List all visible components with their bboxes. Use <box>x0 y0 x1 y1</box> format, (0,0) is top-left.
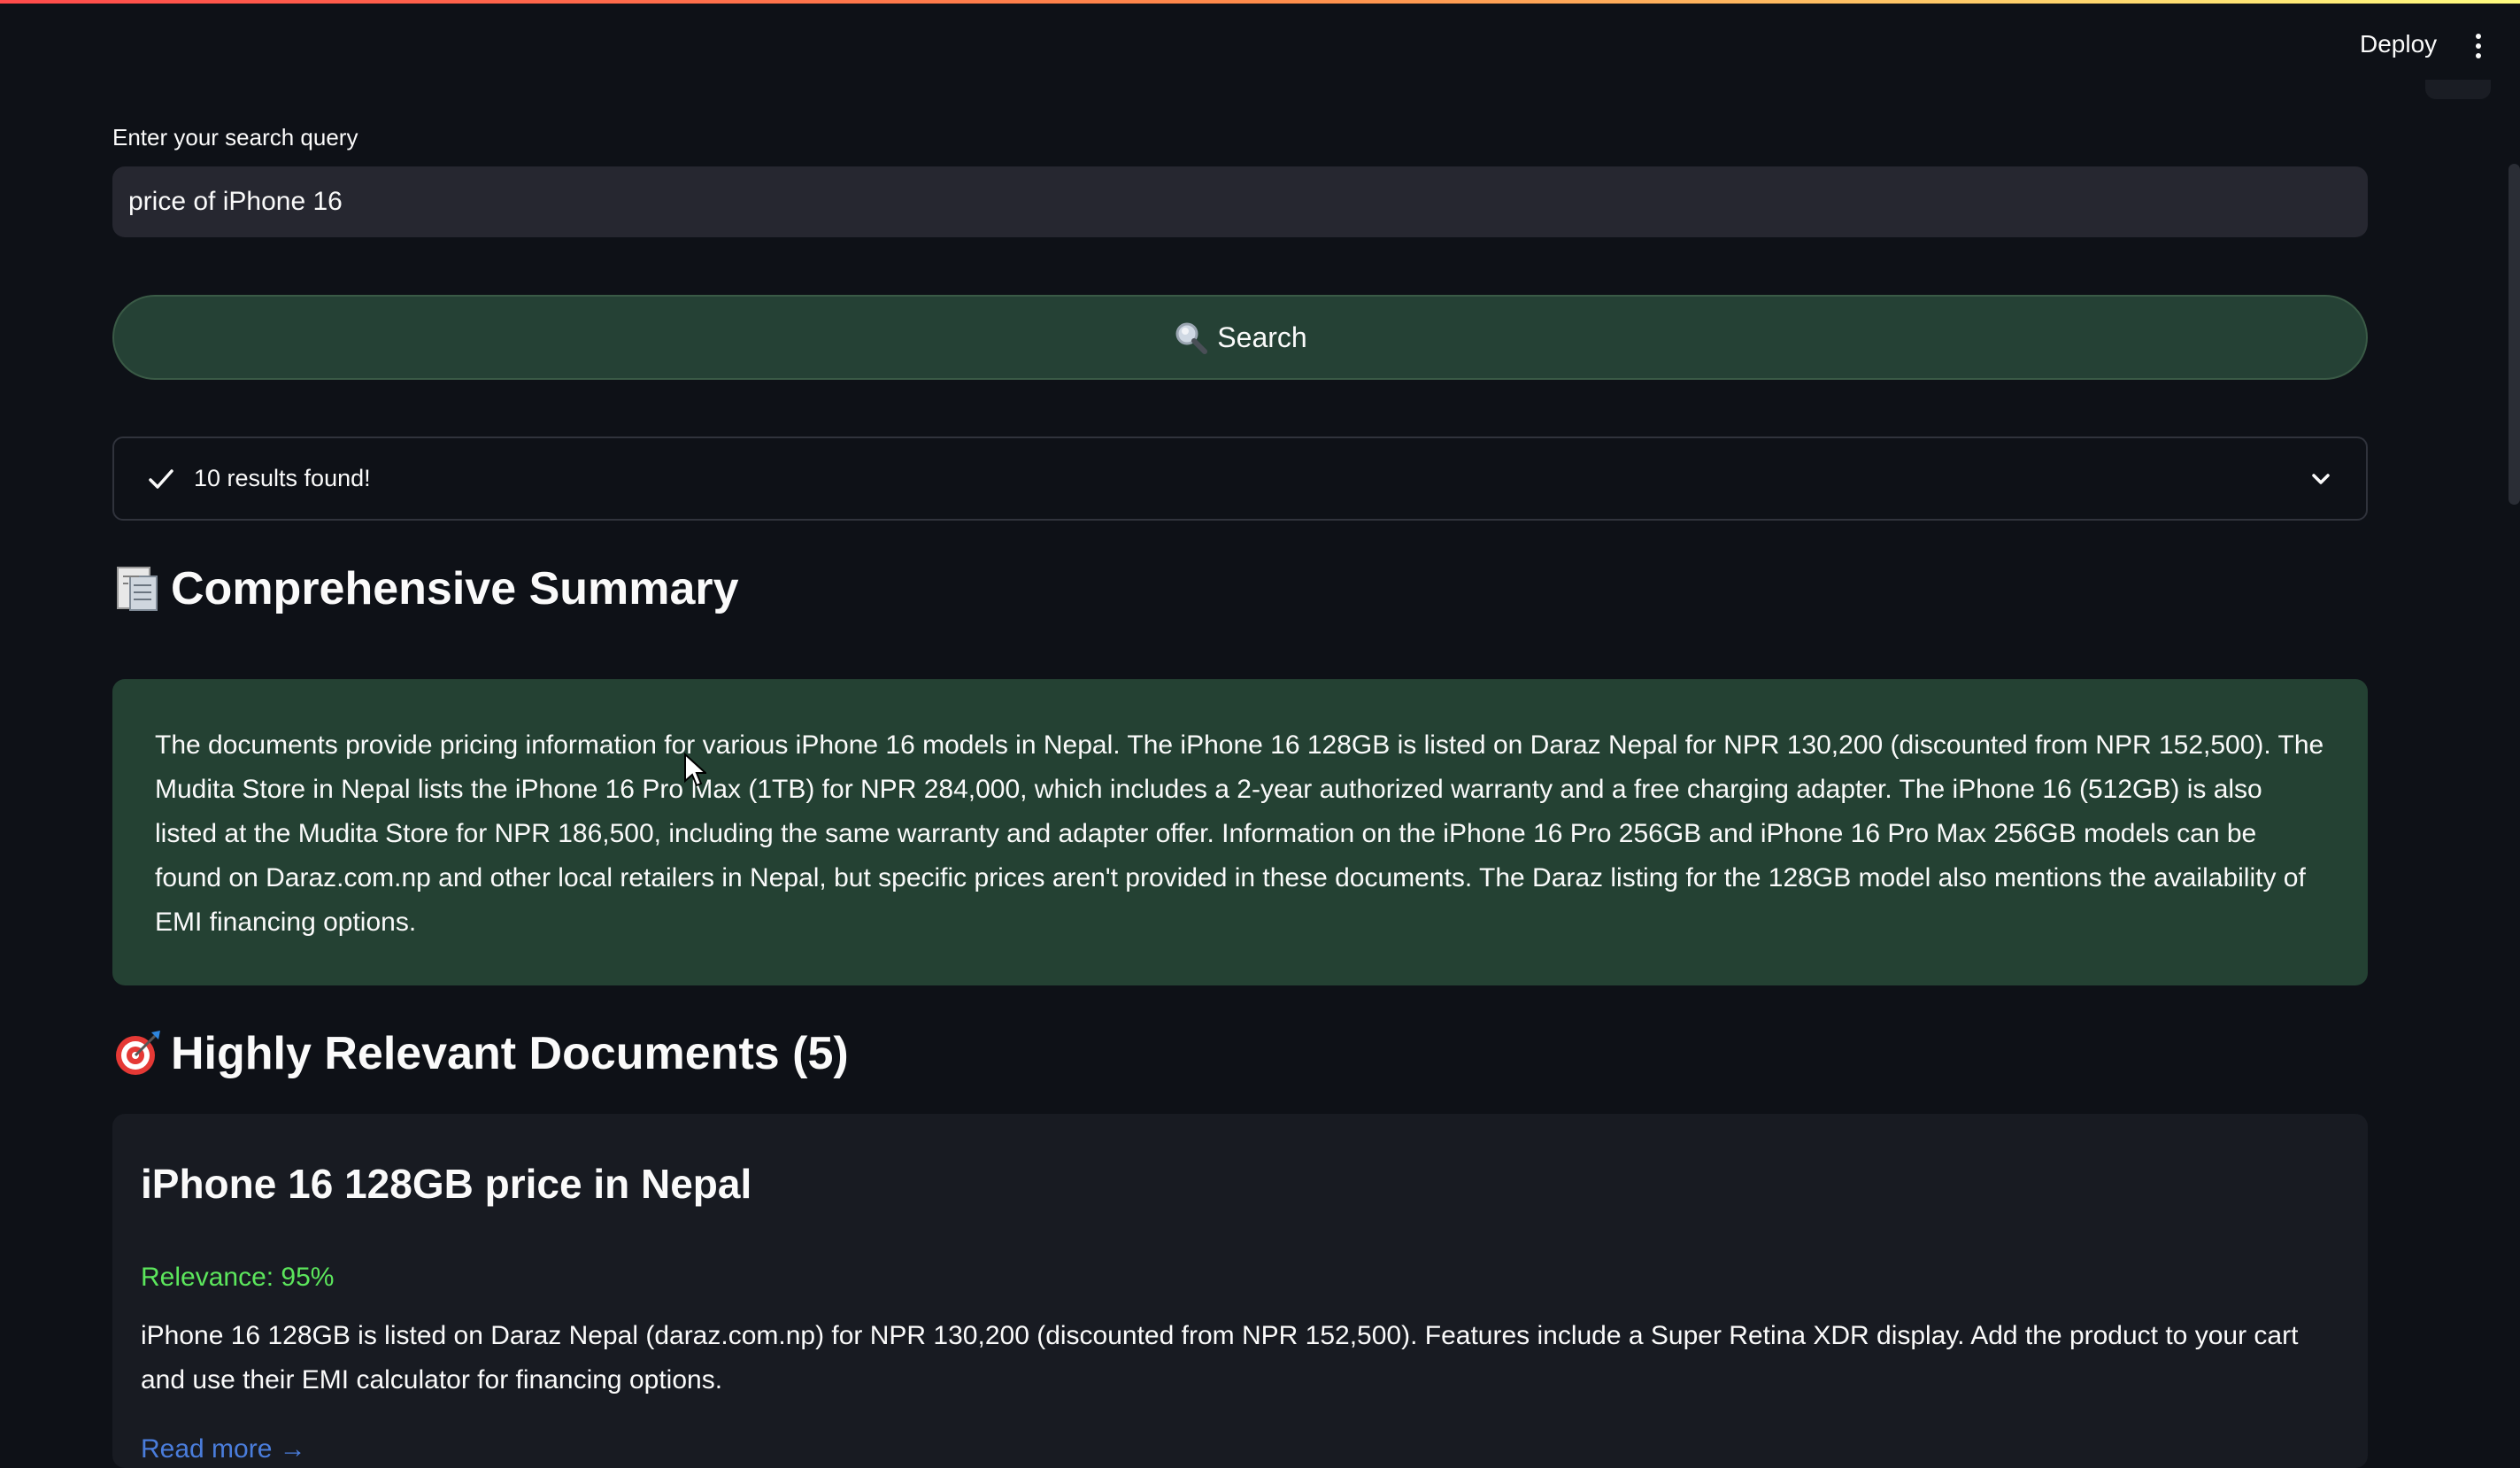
documents-heading: Highly Relevant Documents (5) <box>112 1027 849 1080</box>
summary-heading-text: Comprehensive Summary <box>171 563 739 614</box>
search-button-label: Search <box>1217 321 1307 353</box>
document-emoji-icon <box>117 567 158 611</box>
target-emoji-icon <box>116 1031 160 1075</box>
document-body: iPhone 16 128GB is listed on Daraz Nepal… <box>141 1321 2299 1395</box>
scrollbar-thumb[interactable] <box>2508 164 2520 505</box>
results-expander[interactable]: 10 results found! <box>112 437 2368 521</box>
document-card: iPhone 16 128GB price in Nepal Relevance… <box>112 1114 2368 1468</box>
more-vertical-icon[interactable] <box>2465 27 2492 66</box>
results-status-text: 10 results found! <box>194 465 371 491</box>
mouse-cursor-icon <box>684 753 706 787</box>
summary-text: The documents provide pricing informatio… <box>155 730 2324 937</box>
document-title: iPhone 16 128GB price in Nepal <box>141 1161 752 1207</box>
summary-box: The documents provide pricing informatio… <box>112 679 2368 985</box>
search-button[interactable]: Search <box>112 295 2368 380</box>
documents-heading-text: Highly Relevant Documents (5) <box>171 1028 849 1079</box>
chevron-down-icon[interactable] <box>2308 466 2334 492</box>
summary-heading: Comprehensive Summary <box>112 562 739 615</box>
magnifier-icon <box>1175 322 1208 354</box>
toolbar-tab <box>2425 80 2491 99</box>
app-header: Deploy <box>0 4 2520 83</box>
search-input[interactable] <box>112 166 2368 237</box>
deploy-button[interactable]: Deploy <box>2346 27 2451 62</box>
search-input-label: Enter your search query <box>112 124 358 151</box>
relevance-score: Relevance: 95% <box>141 1263 335 1292</box>
check-icon <box>149 468 173 489</box>
read-more-link[interactable]: Read more → <box>141 1434 306 1464</box>
